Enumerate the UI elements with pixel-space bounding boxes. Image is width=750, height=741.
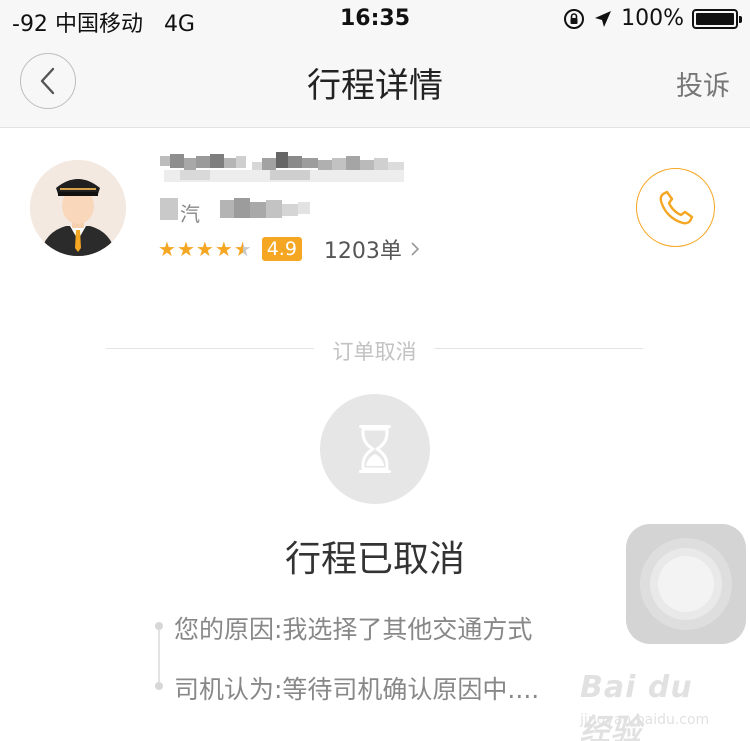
assistive-touch-button[interactable] [626, 524, 746, 644]
star-icon: ★ [176, 237, 195, 261]
rotation-lock-icon [564, 8, 585, 29]
assistive-ring [650, 548, 722, 620]
section-divider: 订单取消 [106, 334, 643, 364]
nav-bar: 行程详情 投诉 [0, 40, 750, 128]
phone-icon [659, 190, 693, 224]
driver-reason: 司机认为:等待司机确认原因中.... [174, 675, 540, 704]
star-icon: ★ [214, 237, 233, 261]
watermark-brand: Bai du 经验 [580, 670, 693, 741]
call-driver-button[interactable] [636, 168, 715, 247]
status-bar: -92 中国移动 4G 16:35 100% [0, 0, 750, 40]
assistive-ring [658, 556, 714, 612]
battery-fill [696, 12, 734, 25]
driver-name-blurred [160, 152, 404, 182]
watermark-url: jingyan.baidu.com [580, 712, 710, 728]
complain-button[interactable]: 投诉 [676, 64, 730, 103]
driver-rating-row[interactable]: ★ ★ ★ ★ ★ 4.9 1203单 [158, 234, 420, 264]
timeline-line [158, 626, 160, 688]
assistive-ring [640, 538, 732, 630]
chevron-right-icon [410, 241, 420, 257]
location-arrow-icon [595, 10, 612, 27]
battery-percent: 100% [621, 6, 684, 31]
car-model-partial: 汽 [180, 202, 200, 226]
section-label: 订单取消 [332, 340, 417, 364]
baidu-watermark: Bai du 经验 jingyan.baidu.com [580, 668, 730, 741]
driver-avatar-icon [30, 160, 126, 256]
status-icon-circle [320, 394, 430, 504]
battery-icon [692, 8, 742, 29]
page-title: 行程详情 [307, 66, 443, 106]
star-icon: ★ [195, 237, 214, 261]
order-count: 1203单 [323, 239, 402, 264]
divider-line-right [435, 348, 643, 349]
user-reason: 您的原因:我选择了其他交通方式 [174, 615, 533, 644]
star-icon: ★ [158, 237, 176, 261]
star-icon: ★ [233, 237, 252, 261]
timeline-dot [155, 622, 163, 630]
timeline-dot [155, 682, 163, 690]
hourglass-icon [359, 425, 391, 473]
rating-stars: ★ ★ ★ ★ ★ [158, 239, 252, 259]
status-right: 100% [563, 6, 742, 31]
rating-score: 4.9 [261, 237, 302, 261]
driver-avatar[interactable] [30, 160, 126, 256]
